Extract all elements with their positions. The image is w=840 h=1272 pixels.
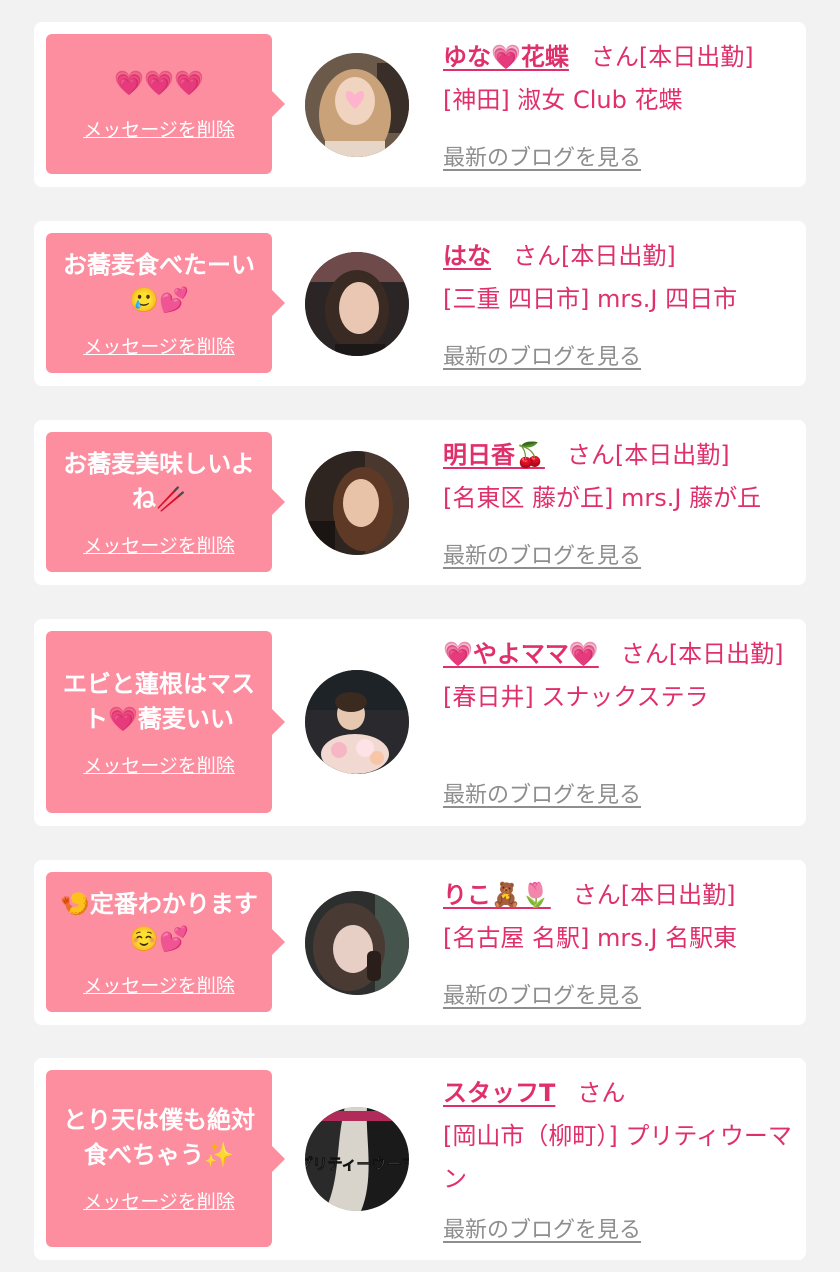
latest-blog-link[interactable]: 最新のブログを見る bbox=[443, 1212, 641, 1244]
avatar[interactable] bbox=[305, 451, 409, 555]
message-text: お蕎麦食べたーい🥲💕 bbox=[63, 250, 255, 314]
message-bubble: エビと蓮根はマスト💗蕎麦いい メッセージを削除 bbox=[46, 631, 285, 813]
message-bubble: 💗💗💗 メッセージを削除 bbox=[46, 34, 285, 174]
delete-message-link[interactable]: メッセージを削除 bbox=[83, 115, 235, 142]
avatar-photo bbox=[305, 252, 409, 356]
message-text: お蕎麦美味しいよね🥢 bbox=[63, 449, 255, 513]
avatar-photo bbox=[305, 53, 409, 157]
message-list: 💗💗💗 メッセージを削除 ゆな💗花蝶 さん[本日出勤] [神田] 淑女 Club … bbox=[0, 0, 840, 1272]
latest-blog-link[interactable]: 最新のブログを見る bbox=[443, 538, 641, 570]
avatar[interactable] bbox=[305, 53, 409, 157]
message-card: とり天は僕も絶対食べちゃう✨ メッセージを削除 プリティーウーマ スタッフT さん… bbox=[34, 1058, 806, 1260]
shop-location: [名東区 藤が丘] mrs.J 藤が丘 bbox=[443, 484, 762, 512]
avatar-photo: プリティーウーマ bbox=[305, 1107, 409, 1211]
cast-name-link[interactable]: 💗やよママ💗 bbox=[443, 640, 599, 668]
avatar-photo bbox=[305, 891, 409, 995]
delete-message-link[interactable]: メッセージを削除 bbox=[83, 971, 235, 998]
delete-message-link[interactable]: メッセージを削除 bbox=[83, 1187, 235, 1214]
message-bubble: お蕎麦美味しいよね🥢 メッセージを削除 bbox=[46, 432, 285, 572]
honorific: さん bbox=[566, 441, 615, 469]
avatar-photo bbox=[305, 451, 409, 555]
avatar[interactable] bbox=[305, 670, 409, 774]
honorific: さん bbox=[513, 242, 561, 270]
work-status: [本日出勤] bbox=[668, 640, 784, 668]
latest-blog-link[interactable]: 最新のブログを見る bbox=[443, 140, 641, 172]
latest-blog-link[interactable]: 最新のブログを見る bbox=[443, 339, 641, 371]
shop-location: [三重 四日市] mrs.J 四日市 bbox=[443, 285, 738, 313]
avatar-logo-text: プリティーウーマ bbox=[305, 1155, 409, 1173]
honorific: さん bbox=[590, 43, 639, 71]
message-card: 🍤定番わかります☺️💕 メッセージを削除 りこ🧸🌷 さん[本日出勤] [名古屋 名… bbox=[34, 860, 806, 1025]
shop-location: [岡山市（柳町）] プリティウーマン bbox=[443, 1122, 792, 1193]
work-status: [本日出勤] bbox=[620, 881, 736, 909]
avatar-photo bbox=[305, 670, 409, 774]
message-card: 💗💗💗 メッセージを削除 ゆな💗花蝶 さん[本日出勤] [神田] 淑女 Club … bbox=[34, 22, 806, 187]
delete-message-link[interactable]: メッセージを削除 bbox=[83, 332, 235, 359]
latest-blog-link[interactable]: 最新のブログを見る bbox=[443, 978, 641, 1010]
latest-blog-link[interactable]: 最新のブログを見る bbox=[443, 777, 641, 809]
message-bubble: お蕎麦食べたーい🥲💕 メッセージを削除 bbox=[46, 233, 285, 373]
delete-message-link[interactable]: メッセージを削除 bbox=[83, 531, 235, 558]
message-bubble: 🍤定番わかります☺️💕 メッセージを削除 bbox=[46, 872, 285, 1012]
shop-location: [神田] 淑女 Club 花蝶 bbox=[443, 86, 683, 114]
message-card: エビと蓮根はマスト💗蕎麦いい メッセージを削除 💗やよママ💗 さん[本日出勤] [… bbox=[34, 619, 806, 826]
message-text: エビと蓮根はマスト💗蕎麦いい bbox=[63, 669, 255, 733]
honorific: さん bbox=[620, 640, 669, 668]
message-card: お蕎麦食べたーい🥲💕 メッセージを削除 はな さん[本日出勤] [三重 四日市] … bbox=[34, 221, 806, 386]
cast-name-link[interactable]: ゆな💗花蝶 bbox=[443, 43, 569, 71]
cast-name-link[interactable]: 明日香🍒 bbox=[443, 441, 545, 469]
honorific: さん bbox=[572, 881, 621, 909]
cast-name-link[interactable]: りこ🧸🌷 bbox=[443, 881, 551, 909]
message-bubble: とり天は僕も絶対食べちゃう✨ メッセージを削除 bbox=[46, 1070, 285, 1247]
cast-name-link[interactable]: スタッフT bbox=[443, 1079, 555, 1107]
work-status: [本日出勤] bbox=[638, 43, 754, 71]
shop-location: [名古屋 名駅] mrs.J 名駅東 bbox=[443, 924, 738, 952]
work-status: [本日出勤] bbox=[561, 242, 676, 270]
message-text: 🍤定番わかります☺️💕 bbox=[60, 889, 258, 953]
message-text: 💗💗💗 bbox=[114, 69, 204, 97]
message-text: とり天は僕も絶対食べちゃう✨ bbox=[63, 1106, 255, 1169]
avatar[interactable] bbox=[305, 891, 409, 995]
delete-message-link[interactable]: メッセージを削除 bbox=[83, 751, 235, 778]
message-card: お蕎麦美味しいよね🥢 メッセージを削除 明日香🍒 さん[本日出勤] [名東区 藤が… bbox=[34, 420, 806, 585]
work-status: [本日出勤] bbox=[614, 441, 730, 469]
avatar[interactable] bbox=[305, 252, 409, 356]
avatar[interactable]: プリティーウーマ bbox=[305, 1107, 409, 1211]
honorific: さん bbox=[577, 1079, 626, 1107]
cast-name-link[interactable]: はな bbox=[443, 242, 491, 270]
shop-location: [春日井] スナックステラ bbox=[443, 683, 709, 711]
